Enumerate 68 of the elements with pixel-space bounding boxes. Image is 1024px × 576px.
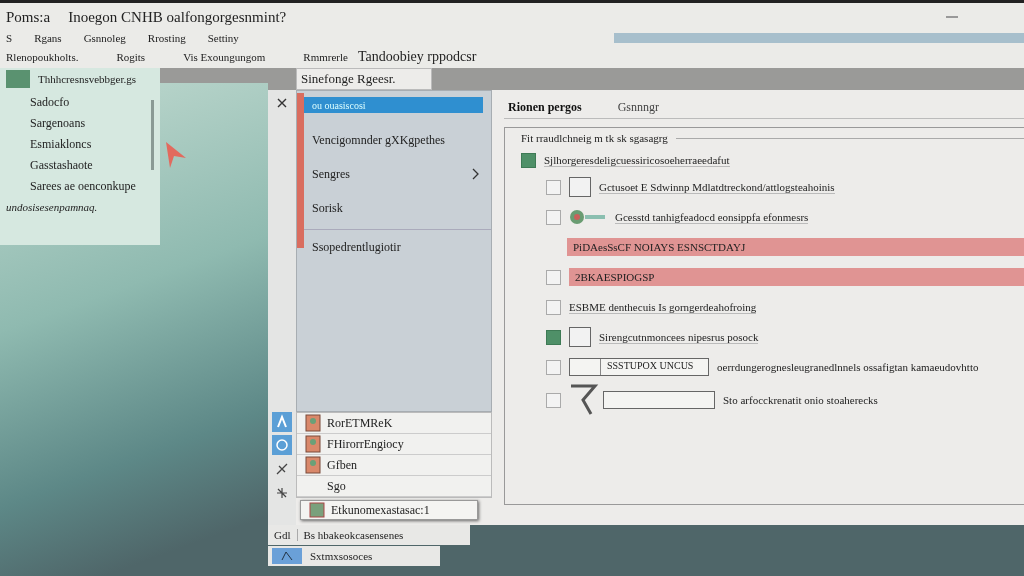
- panel-item[interactable]: Gasstashaote: [6, 155, 160, 176]
- file-item[interactable]: RorETMReK: [327, 415, 393, 431]
- window-title: Poms:a: [6, 8, 51, 26]
- color-swatch[interactable]: [569, 327, 591, 347]
- option-label: oerrdungerognesleugranedlnnels ossafigtan kamaeudovhtto: [717, 361, 979, 373]
- file-icon: [305, 456, 321, 474]
- toolbar-item[interactable]: Rogits: [116, 51, 146, 63]
- menu-item[interactable]: Rrosting: [147, 32, 186, 44]
- status-text: Bs hbakeokcasensenes: [302, 529, 405, 541]
- checkbox[interactable]: [546, 209, 561, 225]
- menu-item[interactable]: S: [6, 32, 13, 44]
- nav-item[interactable]: Vencigomnder gXKgpethes: [304, 123, 491, 157]
- color-swatch[interactable]: [569, 177, 591, 197]
- file-icon: [305, 414, 321, 432]
- menu-item[interactable]: Settiny: [207, 32, 239, 44]
- nav-item[interactable]: Sengres: [304, 157, 491, 191]
- panel-footer: undosisesenpamnaq.: [6, 197, 160, 217]
- panel-item[interactable]: Sarees ae oenconkupe: [6, 176, 160, 197]
- status-text: Gdl: [268, 529, 298, 541]
- toolbar-item[interactable]: Rmmrerle: [303, 51, 348, 63]
- tab[interactable]: Gsnnngr: [617, 99, 659, 115]
- file-item[interactable]: FHirorrEngiocy: [327, 436, 404, 452]
- chevron-right-icon: [472, 168, 479, 180]
- popup-item[interactable]: Etkunomexastasac:1: [300, 500, 478, 520]
- close-icon[interactable]: [277, 98, 287, 108]
- toolbar-item[interactable]: Rlenopoukholts.: [6, 51, 79, 63]
- checkbox[interactable]: [546, 179, 561, 195]
- input-field[interactable]: [603, 391, 715, 409]
- toolbar-item[interactable]: Tandoobiey rppodcsr: [357, 49, 477, 65]
- file-item[interactable]: Gfben: [327, 457, 357, 473]
- alert-banner: PiDAesSsCF NOIAYS ESNSCTDAYJ: [567, 238, 1024, 256]
- dialog-tab[interactable]: Sinefonge Rgeesr.: [296, 68, 432, 90]
- window-subtitle: Inoegon CNHB oalfongorgesnmint?: [68, 8, 287, 26]
- toolbar-item[interactable]: Vis Exoungungom: [183, 51, 266, 63]
- option-label: Sto arfocckrenatit onio stoaherecks: [723, 394, 878, 406]
- option-label: Sjlhorgeresdeligcuessiricosoeherraeedafut: [544, 153, 730, 167]
- panel-item[interactable]: Thhhcresnsvebbger.gs: [38, 73, 137, 85]
- checkbox[interactable]: [546, 392, 561, 408]
- panel-item[interactable]: Sadocfo: [6, 92, 160, 113]
- image-icon: [309, 502, 325, 518]
- taskbar-item[interactable]: Sxtmxsosoces: [268, 546, 440, 566]
- file-icon: [305, 435, 321, 453]
- option-label: Sirengcutnmoncees nipesrus posock: [599, 330, 759, 344]
- nav-item[interactable]: Sorisk: [304, 191, 491, 225]
- option-label: Gcesstd tanhigfeadocd eonsippfa efonmesrs: [615, 210, 809, 224]
- tool-icon[interactable]: [276, 463, 288, 475]
- refresh-icon[interactable]: [272, 435, 292, 455]
- tab[interactable]: Rionen pergos: [508, 99, 582, 115]
- checkbox[interactable]: [546, 329, 561, 345]
- option-label: Gctusoet E Sdwinnp Mdlatdtreckond/attlogsteahoinis: [599, 180, 835, 194]
- option-label: ESBME denthecuis Is gorngerdeahofroing: [569, 300, 757, 314]
- star-icon[interactable]: [276, 487, 288, 499]
- menu-item[interactable]: Rgans: [34, 32, 62, 44]
- checkbox[interactable]: [546, 359, 561, 375]
- alert-banner: 2BKAESPIOGSP: [569, 268, 1024, 286]
- minimize-icon[interactable]: [946, 15, 958, 19]
- menu-item[interactable]: Gsnnoleg: [83, 32, 126, 44]
- checkbox[interactable]: [546, 269, 561, 285]
- file-item[interactable]: Sgo: [305, 478, 346, 494]
- checkbox[interactable]: [521, 152, 536, 168]
- input-field[interactable]: SSSTUPOX UNCUS: [569, 358, 709, 376]
- panel-item[interactable]: Sargenoans: [6, 113, 160, 134]
- checkbox[interactable]: [546, 299, 561, 315]
- nav-item[interactable]: Ssopedrentlugiotir: [304, 230, 491, 264]
- panel-item[interactable]: Esmiakloncs: [6, 134, 160, 155]
- pointer-arrow-icon: [164, 142, 188, 168]
- group-title: Fit rraudlchneig m tk sk sgasagrg: [521, 132, 668, 144]
- folder-icon: [6, 70, 30, 88]
